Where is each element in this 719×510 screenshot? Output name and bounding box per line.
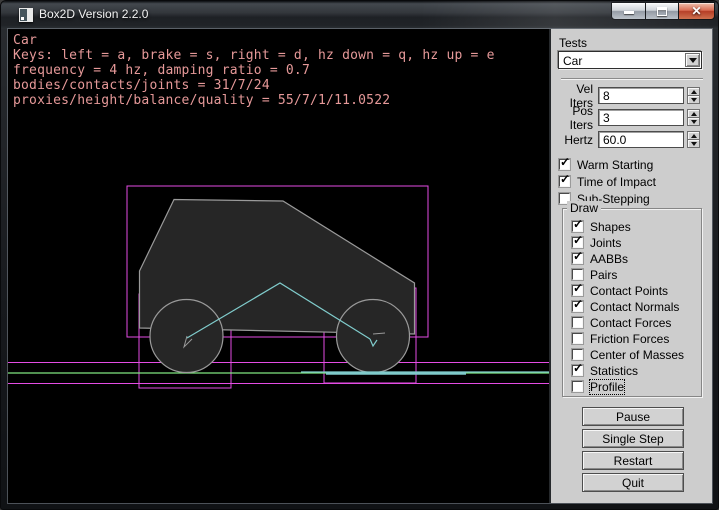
panel-divider [561,78,703,80]
right-wheel [337,300,410,373]
checkbox-shapes-box[interactable]: ✓ [572,221,583,232]
pos-iters-label: Pos Iters [551,104,593,132]
vel-iters-input[interactable]: 8 [598,87,684,104]
checkbox-warm-starting[interactable]: ✓ Warm Starting [559,159,656,170]
check-icon: ✓ [573,234,583,246]
checkbox-time-of-impact-label: Time of Impact [577,175,656,189]
checkbox-statistics[interactable]: ✓ Statistics [572,365,684,376]
minimize-button[interactable] [611,2,646,20]
checkbox-time-of-impact[interactable]: ✓ Time of Impact [559,176,656,187]
checkbox-center-of-masses-box[interactable] [572,349,583,360]
close-button[interactable]: ✕ [678,2,715,20]
hertz-spinner-down[interactable] [687,139,700,148]
check-icon: ✓ [560,173,570,185]
test-info-text: Car Keys: left = a, brake = s, right = d… [13,33,495,108]
simulation-canvas[interactable]: Car Keys: left = a, brake = s, right = d… [8,29,549,503]
arrow-up-icon [691,90,697,94]
checkbox-warm-starting-label: Warm Starting [577,158,653,172]
checkbox-aabbs[interactable]: ✓ AABBs [572,253,684,264]
restart-button[interactable]: Restart [582,451,684,470]
checkbox-friction-forces[interactable]: Friction Forces [572,333,684,344]
test-select-value: Car [563,54,582,68]
checkbox-joints[interactable]: ✓ Joints [572,237,684,248]
arrow-down-icon [691,120,697,124]
checkbox-friction-forces-label: Friction Forces [590,332,669,346]
vel-iters-spinner-down[interactable] [687,95,700,104]
checkbox-pairs[interactable]: Pairs [572,269,684,280]
window-title: Box2D Version 2.2.0 [39,7,148,21]
checkbox-joints-label: Joints [590,236,621,250]
pos-iters-row: Pos Iters3 [551,109,714,126]
title-bar[interactable]: Box2D Version 2.2.0 ✕ [1,1,719,29]
single-step-button[interactable]: Single Step [582,429,684,448]
check-icon: ✓ [573,362,583,374]
checkbox-profile-box[interactable] [572,381,583,392]
app-icon [19,8,33,22]
tests-label: Tests [559,36,587,50]
checkbox-center-of-masses[interactable]: Center of Masses [572,349,684,360]
iteration-steppers: Vel Iters8Pos Iters3Hertz60.0 [551,87,714,153]
check-icon: ✓ [573,218,583,230]
quit-button[interactable]: Quit [582,473,684,492]
checkbox-contact-normals[interactable]: ✓ Contact Normals [572,301,684,312]
checkbox-joints-box[interactable]: ✓ [572,237,583,248]
arrow-down-icon [691,98,697,102]
draw-flag-checkboxes: ✓ Shapes ✓ Joints ✓ AABBs Pairs ✓ Contact Points… [572,221,684,397]
check-icon: ✓ [560,156,570,168]
checkbox-statistics-box[interactable]: ✓ [572,365,583,376]
check-icon: ✓ [573,282,583,294]
maximize-icon [657,7,667,16]
checkbox-contact-normals-label: Contact Normals [590,300,679,314]
checkbox-center-of-masses-label: Center of Masses [590,348,684,362]
checkbox-contact-points[interactable]: ✓ Contact Points [572,285,684,296]
checkbox-pairs-box[interactable] [572,269,583,280]
hertz-spinner [687,131,700,148]
action-buttons: Pause Single Step Restart Quit [582,407,684,495]
checkbox-contact-points-box[interactable]: ✓ [572,285,583,296]
control-panel: Tests Car Vel Iters8Pos Iters3Hertz60.0 … [549,29,712,503]
client-area: Car Keys: left = a, brake = s, right = d… [8,29,712,503]
minimize-icon [624,11,634,14]
checkbox-contact-points-label: Contact Points [590,284,668,298]
hertz-row: Hertz 60.0 [551,131,714,148]
checkbox-pairs-label: Pairs [590,268,617,282]
checkbox-aabbs-label: AABBs [590,252,628,266]
pos-iters-spinner [687,109,700,126]
checkbox-friction-forces-box[interactable] [572,333,583,344]
pause-button[interactable]: Pause [582,407,684,426]
arrow-down-icon [691,142,697,146]
checkbox-aabbs-box[interactable]: ✓ [572,253,583,264]
check-icon: ✓ [573,298,583,310]
maximize-button[interactable] [645,2,679,20]
test-select-dropdown[interactable]: Car [558,51,702,69]
checkbox-contact-forces-box[interactable] [572,317,583,328]
checkbox-contact-forces[interactable]: Contact Forces [572,317,684,328]
draw-group-legend: Draw [567,201,601,215]
hertz-input[interactable]: 60.0 [598,131,684,148]
checkbox-profile-label: Profile [590,380,624,394]
checkbox-warm-starting-box[interactable]: ✓ [559,159,570,170]
checkbox-contact-forces-label: Contact Forces [590,316,671,330]
chevron-down-icon [689,58,697,63]
checkbox-contact-normals-box[interactable]: ✓ [572,301,583,312]
pos-iters-spinner-down[interactable] [687,117,700,126]
checkbox-statistics-label: Statistics [590,364,638,378]
dropdown-button[interactable] [685,53,700,67]
checkbox-profile[interactable]: Profile [572,381,684,392]
pos-iters-input[interactable]: 3 [598,109,684,126]
arrow-up-icon [691,134,697,138]
draw-group: Draw ✓Shapes✓Joints✓AABBsPairs✓Contact P… [562,208,702,397]
hertz-label: Hertz [551,133,593,147]
caption-buttons: ✕ [612,2,715,20]
vel-iters-row: Vel Iters8 [551,87,714,104]
checkbox-time-of-impact-box[interactable]: ✓ [559,176,570,187]
check-icon: ✓ [573,250,583,262]
arrow-up-icon [691,112,697,116]
checkbox-shapes[interactable]: ✓ Shapes [572,221,684,232]
app-window: Box2D Version 2.2.0 ✕ [0,0,719,510]
vel-iters-spinner [687,87,700,104]
close-icon: ✕ [691,5,701,17]
checkbox-shapes-label: Shapes [590,220,631,234]
